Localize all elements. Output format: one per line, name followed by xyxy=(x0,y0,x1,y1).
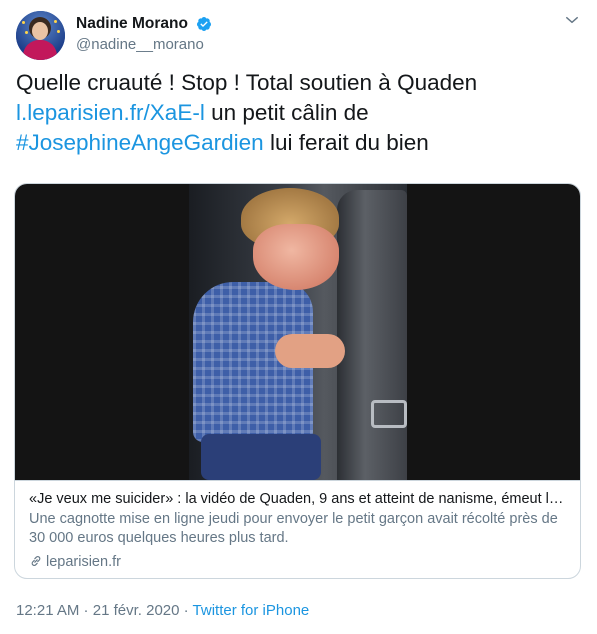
author-display-name[interactable]: Nadine Morano xyxy=(76,14,188,34)
tweet-text-segment: lui ferait du bien xyxy=(263,130,429,155)
author-handle[interactable]: @nadine__morano xyxy=(76,35,212,55)
verified-badge-icon xyxy=(197,17,212,31)
tweet-text-line: Quelle cruauté ! Stop ! Total soutien à … xyxy=(16,70,478,95)
meta-separator: · xyxy=(179,602,193,619)
tweet-text: Quelle cruauté ! Stop ! Total soutien à … xyxy=(16,68,581,158)
meta-separator: · xyxy=(79,602,93,619)
tweet: Nadine Morano @nadine__morano Quelle cru… xyxy=(0,0,597,634)
link-icon xyxy=(31,556,41,566)
card-image[interactable] xyxy=(15,184,580,480)
link-preview-card[interactable]: «Je veux me suicider» : la vidéo de Quad… xyxy=(14,183,581,579)
card-title: «Je veux me suicider» : la vidéo de Quad… xyxy=(29,491,569,507)
hashtag-link[interactable]: #JosephineAngeGardien xyxy=(16,130,264,155)
tweet-header: Nadine Morano @nadine__morano xyxy=(16,11,581,60)
card-domain-text: leparisien.fr xyxy=(46,554,121,570)
avatar[interactable] xyxy=(16,11,65,60)
tweet-text-segment: un petit câlin de xyxy=(204,100,369,125)
author-info: Nadine Morano @nadine__morano xyxy=(76,14,212,55)
tweet-date[interactable]: 21 févr. 2020 xyxy=(93,602,180,619)
tweet-source-link[interactable]: Twitter for iPhone xyxy=(193,602,310,619)
tweet-link[interactable]: l.leparisien.fr/XaE-l xyxy=(16,100,205,125)
tweet-meta: 12:21 AM · 21 févr. 2020 · Twitter for i… xyxy=(16,601,309,621)
card-description: Une cagnotte mise en ligne jeudi pour en… xyxy=(29,511,558,546)
card-body: «Je veux me suicider» : la vidéo de Quad… xyxy=(15,480,580,578)
tweet-time[interactable]: 12:21 AM xyxy=(16,602,79,619)
chevron-down-icon[interactable] xyxy=(565,13,579,27)
card-domain: leparisien.fr xyxy=(29,553,121,572)
